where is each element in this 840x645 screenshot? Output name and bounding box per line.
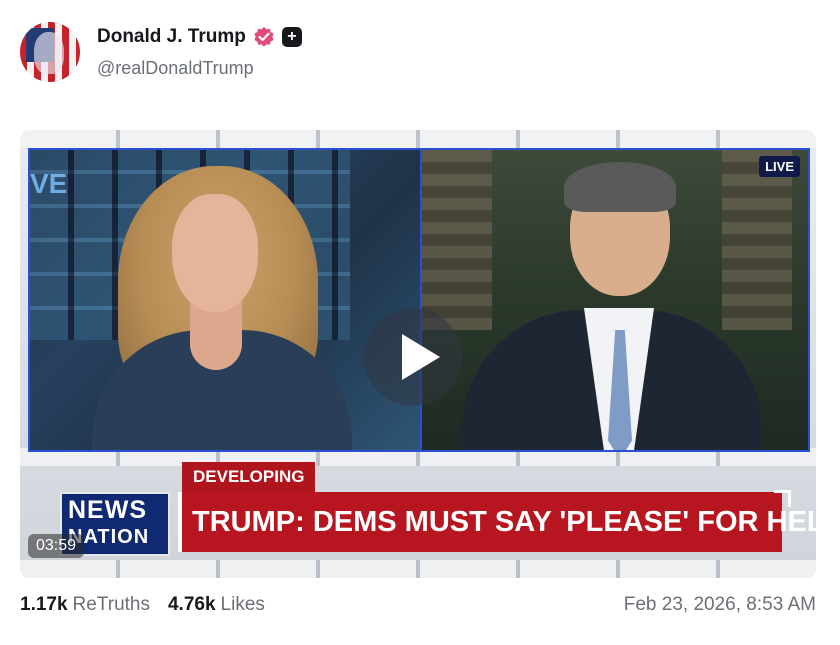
anchor-panel: VE xyxy=(28,148,422,452)
logo-news-text: NEWS xyxy=(68,496,147,524)
guest-hair xyxy=(564,162,676,212)
play-icon xyxy=(402,334,440,380)
developing-story-tag: DEVELOPING STORY xyxy=(182,462,316,516)
live-badge: LIVE xyxy=(759,156,800,177)
retruths-stat[interactable]: 1.17k ReTruths xyxy=(20,594,150,616)
video-player[interactable]: VE LIVE DEVELOPING STORY TRUMP: DEMS MUS… xyxy=(20,130,816,578)
verified-badge-icon xyxy=(254,27,274,47)
corner-accent xyxy=(774,490,791,507)
post-stats: 1.17k ReTruths 4.76k Likes xyxy=(20,594,265,616)
plus-badge-icon: + xyxy=(281,27,302,47)
background-building-left xyxy=(422,150,492,330)
background-building-right xyxy=(722,150,792,330)
avatar-face xyxy=(34,32,64,74)
anchor-face xyxy=(172,194,258,312)
retruths-count: 1.17k xyxy=(20,594,68,615)
studio-tiles-bottom xyxy=(20,560,816,578)
studio-tiles-top xyxy=(20,130,816,148)
post-timestamp[interactable]: Feb 23, 2026, 8:53 AM xyxy=(624,594,816,616)
avatar[interactable] xyxy=(20,22,80,82)
video-duration: 03:59 xyxy=(28,534,85,558)
author-name-row: Donald J. Trump + xyxy=(97,26,302,48)
guest-panel: LIVE xyxy=(420,148,810,452)
author-display-name[interactable]: Donald J. Trump xyxy=(97,26,246,48)
monitor-text: VE xyxy=(30,168,68,199)
headline-bar: TRUMP: DEMS MUST SAY 'PLEASE' FOR HELP xyxy=(178,492,816,552)
likes-stat[interactable]: 4.76k Likes xyxy=(168,594,265,616)
likes-label: Likes xyxy=(220,594,265,615)
play-button[interactable] xyxy=(364,308,462,406)
likes-count: 4.76k xyxy=(167,594,216,615)
author-handle[interactable]: @realDonaldTrump xyxy=(97,58,254,79)
retruths-label: ReTruths xyxy=(72,594,150,615)
headline-text: TRUMP: DEMS MUST SAY 'PLEASE' FOR HELP xyxy=(192,506,816,538)
